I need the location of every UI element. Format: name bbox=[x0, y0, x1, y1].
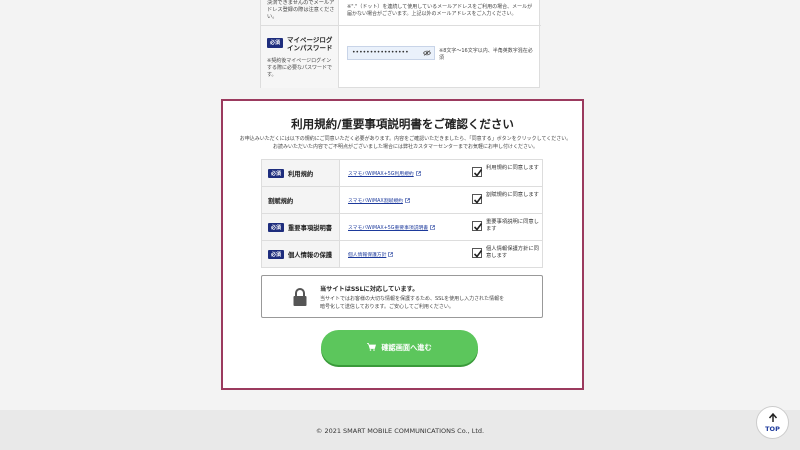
checkmark-icon bbox=[473, 169, 483, 177]
ssl-description-line1: 当サイトではお客様の大切な情報を保護するため、SSLを使用し入力された情報を bbox=[320, 296, 505, 302]
term-label-cell: 必須 個人情報の保護 bbox=[262, 241, 340, 267]
external-link-icon bbox=[415, 171, 421, 176]
ssl-info-box: 当サイトはSSLに対応しています。 当サイトではお客様の大切な情報を保護するため… bbox=[261, 275, 543, 318]
panel-description: お申込みいただくには以下の規約にご同意いただく必要があります。内容をご確認いただ… bbox=[233, 135, 578, 151]
terms-confirmation-panel: 利用規約/重要事項説明書をご確認ください お申込みいただくには以下の規約にご同意… bbox=[221, 99, 584, 390]
term-link-installment[interactable]: スマモバWiMAX割賦規約 bbox=[348, 197, 410, 204]
term-label: 個人情報の保護 bbox=[288, 252, 333, 259]
external-link-icon bbox=[405, 198, 410, 203]
back-to-top-button[interactable]: TOP bbox=[756, 406, 789, 439]
password-label: 必須 マイページログインパスワード bbox=[267, 36, 337, 52]
password-note-right: ※8文字〜16文字以内、半角英数字混在必須 bbox=[439, 48, 533, 61]
term-link-text[interactable]: スマモバWiMAX+5G重要事項説明書 bbox=[348, 226, 428, 231]
term-row-usage: 必須 利用規約 スマモバWiMAX+5G利用規約 利用規約に同意します bbox=[261, 160, 543, 187]
confirm-button-label[interactable]: 確認画面へ進む bbox=[381, 343, 431, 352]
term-label: 重要事項説明書 bbox=[288, 225, 333, 232]
checkmark-icon bbox=[473, 196, 483, 204]
agree-label: 個人情報保護方針に同意します bbox=[486, 246, 539, 259]
terms-table: 必須 利用規約 スマモバWiMAX+5G利用規約 利用規約に同意します 割賦規約… bbox=[261, 159, 543, 268]
agree-checkbox-installment[interactable] bbox=[472, 194, 483, 204]
term-link-privacy[interactable]: 個人情報保護方針 bbox=[348, 251, 394, 258]
password-note-left: ※契約後マイページログインする際に必要なパスワードです。 bbox=[267, 58, 333, 78]
page: 決済できませんのでメールアドレス登録の際は注意ください。 ※"."（ドット）を連… bbox=[0, 0, 800, 410]
agree-checkbox-usage[interactable] bbox=[472, 167, 483, 177]
term-row-privacy: 必須 個人情報の保護 個人情報保護方針 個人情報保護方針に同意します bbox=[261, 241, 543, 268]
term-link-text[interactable]: スマモバWiMAX+5G利用規約 bbox=[348, 172, 414, 177]
ssl-description-line2: 暗号化して送信しております。ご安心してご利用ください。 bbox=[320, 304, 454, 310]
password-value: •••••••••••••••• bbox=[352, 49, 409, 56]
required-badge: 必須 bbox=[267, 38, 284, 48]
email-note-right: ※"."（ドット）を連続して使用しているメールアドレスをご利用の場合、メールが届… bbox=[347, 4, 533, 17]
checkmark-icon bbox=[473, 250, 483, 258]
term-link-text[interactable]: スマモバWiMAX割賦規約 bbox=[348, 199, 403, 204]
cart-icon bbox=[367, 343, 377, 351]
copyright: © 2021 SMART MOBILE COMMUNICATIONS Co., … bbox=[315, 427, 485, 435]
checkmark-icon bbox=[473, 223, 483, 231]
panel-description-line2: お読みいただいた内容でご不明点がございました場合には弊社カスタマーセンターまでお… bbox=[272, 144, 538, 150]
term-row-important-matters: 必須 重要事項説明書 スマモバWiMAX+5G重要事項説明書 重要事項説明に同意… bbox=[261, 214, 543, 241]
footer: © 2021 SMART MOBILE COMMUNICATIONS Co., … bbox=[0, 410, 800, 450]
agree-checkbox-important-matters[interactable] bbox=[472, 221, 483, 231]
lock-icon bbox=[293, 288, 307, 306]
external-link-icon bbox=[430, 225, 435, 230]
ssl-description: 当サイトではお客様の大切な情報を保護するため、SSLを使用し入力された情報を 暗… bbox=[320, 295, 535, 311]
term-link-usage[interactable]: スマモバWiMAX+5G利用規約 bbox=[348, 170, 421, 177]
form-top-section: 決済できませんのでメールアドレス登録の際は注意ください。 ※"."（ドット）を連… bbox=[260, 0, 541, 88]
external-link-icon bbox=[388, 252, 394, 257]
ssl-title: 当サイトはSSLに対応しています。 bbox=[320, 286, 419, 293]
required-badge: 必須 bbox=[268, 223, 285, 232]
confirm-button[interactable]: 確認画面へ進む bbox=[321, 330, 478, 365]
email-note-left: 決済できませんのでメールアドレス登録の際は注意ください。 bbox=[267, 0, 335, 20]
term-link-text[interactable]: 個人情報保護方針 bbox=[348, 253, 386, 258]
password-input[interactable]: •••••••••••••••• bbox=[347, 46, 435, 60]
term-label: 割賦規約 bbox=[268, 198, 294, 205]
eye-icon[interactable] bbox=[423, 50, 431, 56]
email-row: 決済できませんのでメールアドレス登録の際は注意ください。 ※"."（ドット）を連… bbox=[261, 0, 541, 26]
agree-label: 重要事項説明に同意します bbox=[486, 219, 539, 232]
term-label-cell: 割賦規約 bbox=[262, 187, 340, 213]
agree-checkbox-privacy[interactable] bbox=[472, 248, 483, 258]
panel-title: 利用規約/重要事項説明書をご確認ください bbox=[291, 117, 514, 131]
agree-label: 割賦規約に同意します bbox=[486, 192, 539, 198]
agree-label: 利用規約に同意します bbox=[486, 165, 539, 171]
term-label-cell: 必須 利用規約 bbox=[262, 160, 340, 186]
term-link-important-matters[interactable]: スマモバWiMAX+5G重要事項説明書 bbox=[348, 224, 435, 231]
term-label-cell: 必須 重要事項説明書 bbox=[262, 214, 340, 240]
term-label: 利用規約 bbox=[288, 171, 314, 178]
arrow-up-icon bbox=[768, 412, 778, 422]
back-to-top-label: TOP bbox=[765, 425, 780, 433]
required-badge: 必須 bbox=[268, 250, 285, 259]
required-badge: 必須 bbox=[268, 169, 285, 178]
term-row-installment: 割賦規約 スマモバWiMAX割賦規約 割賦規約に同意します bbox=[261, 187, 543, 214]
panel-description-line1: お申込みいただくには以下の規約にご同意いただく必要があります。内容をご確認いただ… bbox=[239, 136, 572, 142]
